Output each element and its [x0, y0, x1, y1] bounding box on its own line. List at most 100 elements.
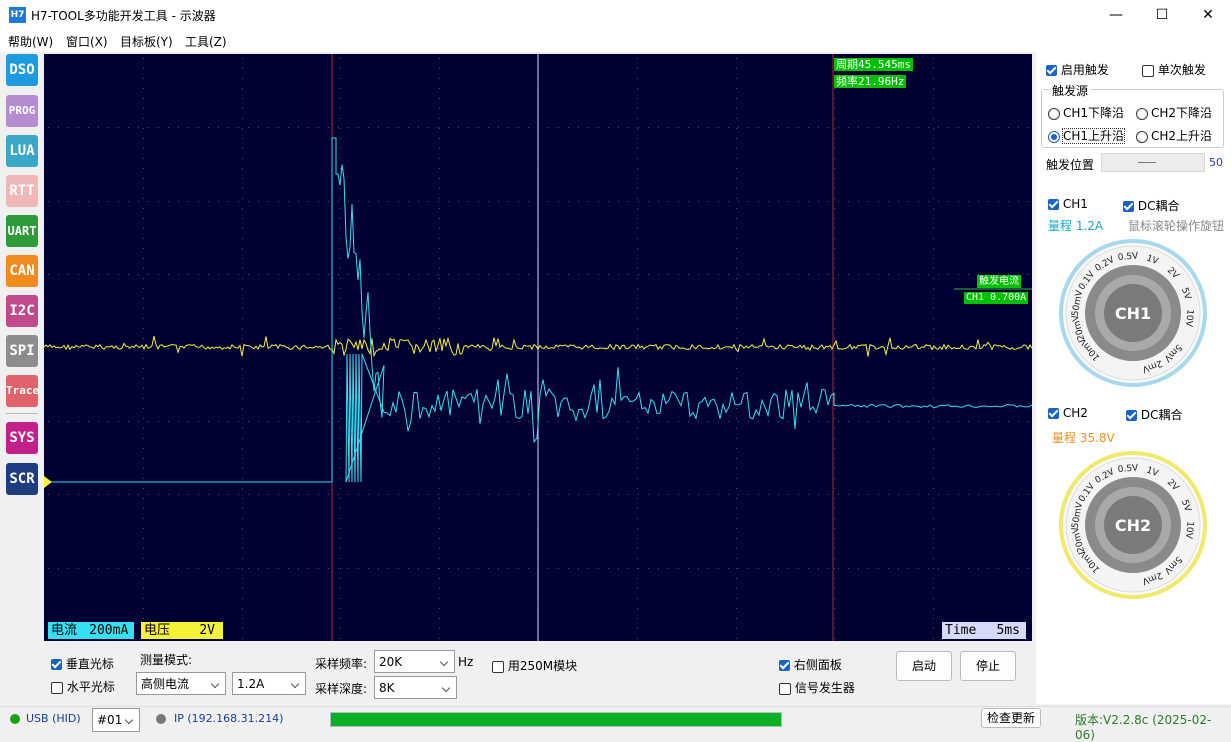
nav-sys-button[interactable]: SYS	[6, 422, 38, 454]
ch2-enable-label: CH2	[1062, 406, 1088, 420]
signal-generator-label: 信号发生器	[794, 681, 855, 695]
ch2-rising-label: CH2上升沿	[1151, 129, 1213, 143]
knob-tick-label: 10V	[1183, 309, 1195, 328]
trigger-position-value: 50	[1209, 156, 1223, 169]
status-bar: USB (HID) #01 IP (192.168.31.214) 检查更新 版…	[0, 706, 1231, 742]
ch1-scale-name: 电流	[51, 623, 78, 638]
nav-divider	[6, 413, 38, 414]
trigger-source-title: 触发源	[1050, 82, 1091, 99]
menu-tools[interactable]: 工具(Z)	[185, 33, 227, 50]
sample-depth-select[interactable]: 8K	[374, 676, 457, 699]
time-scale-value: 5ms	[996, 623, 1020, 638]
signal-generator-checkbox[interactable]: 信号发生器	[779, 679, 855, 696]
time-scale-name: Time	[945, 623, 977, 638]
app-icon: H7	[9, 7, 26, 23]
nav-prog-button[interactable]: PROG	[6, 95, 38, 127]
trigger-label: 触发电流	[977, 275, 1021, 288]
sample-rate-label: 采样频率:	[315, 657, 368, 671]
left-nav: DSO PROG LUA RTT UART CAN I2C SPI Trace …	[0, 52, 44, 704]
ch2-falling-label: CH2下降沿	[1151, 106, 1213, 120]
ch1-rising-label: CH1上升沿	[1061, 128, 1126, 144]
use-250m-checkbox[interactable]: 用250M模块	[492, 657, 577, 674]
scope-canvas	[44, 54, 1032, 641]
ch1-falling-radio[interactable]: CH1下降沿	[1048, 104, 1124, 121]
measure-mode-select[interactable]: 高侧电流	[136, 672, 226, 695]
menu-window[interactable]: 窗口(X)	[66, 33, 108, 50]
trigger-value: CH1 0.700A	[964, 292, 1029, 304]
measure-mode-label: 测量模式:	[140, 653, 193, 667]
ch1-dc-coupling-label: DC耦合	[1137, 199, 1180, 213]
period-readout: 周期45.545ms	[834, 58, 913, 71]
nav-spi-button[interactable]: SPI	[6, 335, 38, 367]
ch1-range-label: 量程 1.2A	[1048, 219, 1104, 233]
slider-thumb[interactable]	[1138, 162, 1156, 163]
knob-tick-label: 0.5V	[1117, 251, 1139, 263]
nav-trace-button[interactable]: Trace	[6, 375, 39, 407]
version-label: 版本:V2.2.8c (2025-02-06)	[1075, 713, 1212, 742]
close-button[interactable]: ✕	[1185, 0, 1231, 30]
nav-rtt-button[interactable]: RTT	[6, 175, 38, 207]
menu-help[interactable]: 帮助(W)	[8, 33, 53, 50]
ip-status-label: IP (192.168.31.214)	[174, 712, 284, 725]
maximize-button[interactable]: ☐	[1139, 0, 1185, 30]
vertical-cursor-label: 垂直光标	[65, 657, 114, 671]
knob-tick-label: 10V	[1183, 521, 1195, 540]
ch1-falling-label: CH1下降沿	[1063, 106, 1125, 120]
ch2-dc-coupling-label: DC耦合	[1140, 408, 1183, 422]
knob-center-label: CH1	[1115, 304, 1151, 323]
ip-status-icon	[156, 714, 166, 724]
horizontal-cursor-checkbox[interactable]: 水平光标	[51, 678, 115, 695]
progress-bar	[330, 712, 782, 727]
title-bar: H7 H7-TOOL多功能开发工具 - 示波器 — ☐ ✕	[0, 0, 1231, 30]
minimize-button[interactable]: —	[1093, 0, 1139, 30]
ch2-scale-label: 电压 2V	[141, 622, 223, 639]
ch1-enable-label: CH1	[1062, 197, 1088, 211]
scope-display[interactable]: 周期45.545ms 频率21.96Hz 触发电流 CH1 0.700A 电流 …	[44, 54, 1032, 641]
start-button[interactable]: 启动	[896, 651, 952, 681]
sample-rate-select[interactable]: 20K	[374, 650, 455, 673]
nav-scr-button[interactable]: SCR	[6, 463, 38, 495]
menu-target-board[interactable]: 目标板(Y)	[120, 33, 173, 50]
nav-lua-button[interactable]: LUA	[6, 135, 38, 167]
ch1-scale-value: 200mA	[89, 623, 129, 638]
ch1-enable-checkbox[interactable]: CH1	[1048, 197, 1088, 211]
ch2-knob[interactable]: CH210mV20mV50mV0.1V0.2V 0.5V 1V2V5V10V2mV5…	[1058, 450, 1208, 600]
ch1-knob[interactable]: CH110mV20mV50mV0.1V0.2V 0.5V 1V2V5V10V2mV5…	[1058, 238, 1208, 388]
nav-can-button[interactable]: CAN	[6, 255, 38, 287]
nav-i2c-button[interactable]: I2C	[6, 295, 38, 327]
knob-tick-label: 0.5V	[1117, 463, 1139, 475]
frequency-readout: 频率21.96Hz	[834, 75, 907, 88]
menu-bar: 帮助(W) 窗口(X) 目标板(Y) 工具(Z)	[0, 30, 1231, 52]
ch2-rising-radio[interactable]: CH2上升沿	[1136, 127, 1212, 144]
ch2-dc-coupling-checkbox[interactable]: DC耦合	[1126, 406, 1182, 423]
stop-button[interactable]: 停止	[960, 651, 1016, 681]
ch1-rising-radio[interactable]: CH1上升沿	[1048, 127, 1126, 144]
ch1-dc-coupling-checkbox[interactable]: DC耦合	[1123, 197, 1179, 214]
ch1-scale-label: 电流 200mA	[48, 622, 134, 639]
device-select[interactable]: #01	[92, 708, 140, 732]
enable-trigger-checkbox[interactable]: 启用触发	[1046, 61, 1109, 78]
range-select[interactable]: 1.2A	[232, 672, 306, 695]
nav-uart-button[interactable]: UART	[6, 215, 38, 247]
trigger-position-slider[interactable]	[1101, 153, 1205, 172]
single-trigger-checkbox[interactable]: 单次触发	[1142, 61, 1206, 78]
vertical-cursor-checkbox[interactable]: 垂直光标	[51, 655, 114, 672]
right-panel: 启用触发 单次触发 触发源 CH1下降沿 CH2下降沿 CH1上升沿 CH2上升…	[1036, 52, 1231, 704]
window-title: H7-TOOL多功能开发工具 - 示波器	[31, 9, 216, 23]
ch2-scale-value: 2V	[199, 623, 215, 638]
knob-center-label: CH2	[1115, 516, 1151, 535]
use-250m-label: 用250M模块	[507, 659, 578, 673]
ch2-enable-checkbox[interactable]: CH2	[1048, 406, 1088, 420]
enable-trigger-label: 启用触发	[1060, 63, 1109, 77]
ch2-offset-marker[interactable]	[44, 476, 52, 488]
nav-dso-button[interactable]: DSO	[6, 54, 38, 86]
bottom-controls: 垂直光标 水平光标 测量模式: 高侧电流 1.2A 采样频率: 20K Hz 采…	[44, 643, 1036, 704]
ch2-falling-radio[interactable]: CH2下降沿	[1136, 104, 1212, 121]
usb-status-label: USB (HID)	[26, 712, 81, 725]
progress-fill	[331, 713, 781, 726]
horizontal-cursor-label: 水平光标	[66, 680, 115, 694]
sample-depth-label: 采样深度:	[315, 682, 368, 696]
right-panel-checkbox[interactable]: 右侧面板	[779, 656, 842, 673]
ch2-scale-name: 电压	[144, 623, 171, 638]
check-update-button[interactable]: 检查更新	[981, 708, 1041, 728]
